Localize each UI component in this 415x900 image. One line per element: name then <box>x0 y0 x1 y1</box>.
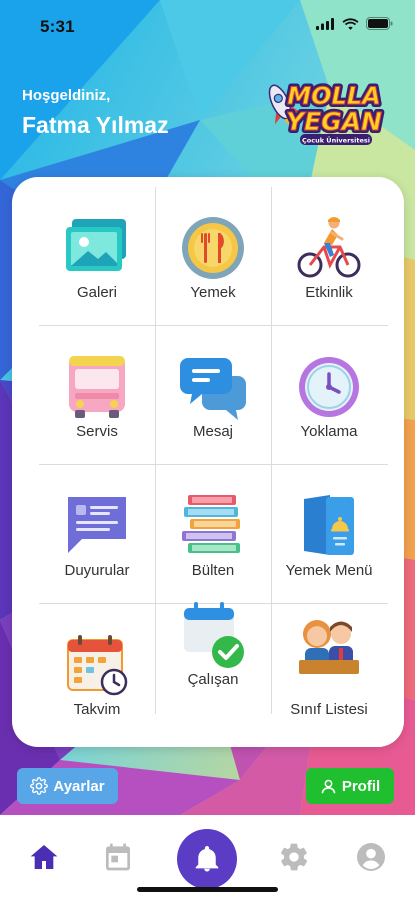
menu-item-label: Yoklama <box>300 423 358 440</box>
profile-button[interactable]: Profil <box>306 768 394 804</box>
menu-item-label: Sınıf Listesi <box>290 701 368 714</box>
bus-icon <box>69 356 125 418</box>
menu-item-label: Servis <box>76 423 118 440</box>
menu-item-yoklama[interactable]: Yoklama <box>271 326 387 465</box>
clock-icon <box>299 357 359 417</box>
books-icon <box>182 495 240 553</box>
app-screen: 5:31 Hoşgeldiniz, Fatma Yılmaz MOLLA MOL… <box>0 0 415 900</box>
menu-item-etkinlik[interactable]: Etkinlik <box>271 187 387 326</box>
activity-icon <box>297 217 361 278</box>
settings-button-label: Ayarlar <box>53 777 105 795</box>
menu-item-yemek-menu[interactable]: Yemek Menü <box>271 465 387 604</box>
status-icons <box>316 17 393 30</box>
menu-item-sinif-listesi[interactable]: Sınıf Listesi <box>271 604 387 714</box>
food-menu-icon <box>304 495 354 555</box>
menu-item-label: Etkinlik <box>305 284 353 301</box>
home-indicator <box>137 887 278 892</box>
molla-yegan-logo: MOLLA MOLLA YEGAN YEGAN Çocuk Üniversite… <box>268 79 385 145</box>
wifi-icon <box>342 17 359 30</box>
menu-item-label: Çalışan <box>187 671 239 688</box>
user-icon[interactable] <box>355 841 387 873</box>
menu-item-yemek[interactable]: Yemek <box>155 187 271 326</box>
user-name: Fatma Yılmaz <box>22 112 169 138</box>
settings-button[interactable]: Ayarlar <box>17 768 118 804</box>
announcement-icon <box>68 497 126 553</box>
message-icon <box>180 358 246 420</box>
calendar-icon[interactable] <box>102 841 134 873</box>
profile-button-label: Profil <box>341 777 381 795</box>
menu-item-label: Galeri <box>76 284 117 301</box>
menu-item-label: Bülten <box>191 562 235 579</box>
bell-icon <box>195 846 219 872</box>
menu-item-label: Duyurular <box>64 562 130 579</box>
class-list-icon <box>299 620 359 674</box>
menu-item-servis[interactable]: Servis <box>39 326 155 465</box>
svg-text:YEGAN: YEGAN <box>286 107 382 136</box>
gear-icon <box>30 777 49 795</box>
menu-grid: Galeri Yemek Etkinlik Servis Mesaj Yokla… <box>39 187 388 714</box>
home-icon[interactable] <box>28 841 60 873</box>
menu-item-label: Mesaj <box>192 423 233 440</box>
menu-item-duyurular[interactable]: Duyurular <box>39 465 155 604</box>
menu-item-takvim[interactable]: Takvim <box>39 604 155 714</box>
menu-item-label: Yemek <box>190 284 236 301</box>
menu-item-galeri[interactable]: Galeri <box>39 187 155 326</box>
signal-icon <box>316 17 334 30</box>
meal-icon <box>182 217 244 279</box>
calendar-icon <box>67 635 128 696</box>
battery-icon <box>366 17 393 30</box>
menu-card: Galeri Yemek Etkinlik Servis Mesaj Yokla… <box>12 177 404 747</box>
gallery-icon <box>66 219 126 271</box>
welcome-text: Hoşgeldiniz, <box>22 87 111 104</box>
menu-item-bulten[interactable]: Bülten <box>155 465 271 604</box>
svg-text:Çocuk Üniversitesi: Çocuk Üniversitesi <box>302 136 370 145</box>
menu-item-mesaj[interactable]: Mesaj <box>155 326 271 465</box>
menu-item-label: Takvim <box>73 701 121 714</box>
staff-calendar-check-icon <box>184 602 244 668</box>
menu-item-label: Yemek Menü <box>285 562 373 579</box>
gear-icon[interactable] <box>278 841 310 873</box>
svg-text:MOLLA: MOLLA <box>287 82 380 110</box>
user-icon <box>321 779 336 793</box>
status-bar: 5:31 <box>0 0 415 50</box>
status-time: 5:31 <box>40 17 75 36</box>
notifications-button[interactable] <box>177 829 237 889</box>
menu-item-calisan[interactable]: Çalışan <box>155 602 271 714</box>
